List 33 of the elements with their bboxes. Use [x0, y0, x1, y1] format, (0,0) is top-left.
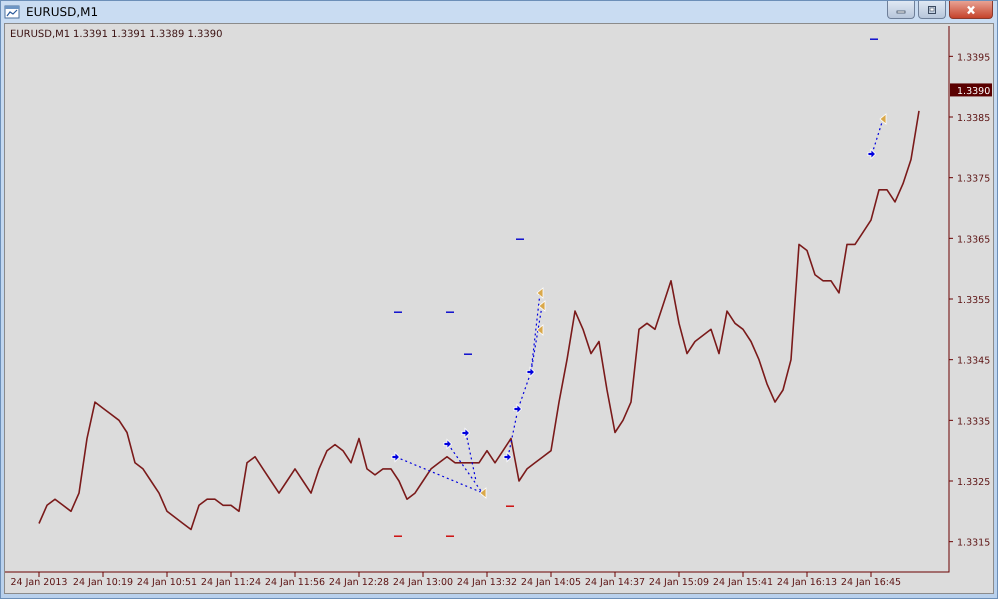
- time-axis-label: 24 Jan 11:24: [200, 577, 262, 588]
- price-axis-label: 1.3375: [957, 174, 990, 185]
- time-axis-label: 24 Jan 10:19: [72, 577, 134, 588]
- price-axis-label: 1.3365: [957, 234, 990, 246]
- minimize-button[interactable]: [887, 1, 915, 19]
- price-axis-label: 1.3335: [957, 416, 990, 428]
- time-axis-label: 24 Jan 16:45: [840, 577, 902, 588]
- time-axis-label: 24 Jan 16:13: [776, 577, 838, 588]
- time-axis-label: 24 Jan 12:28: [328, 577, 390, 588]
- window-title: EURUSD,M1: [26, 4, 100, 18]
- price-axis-label: 1.3345: [957, 356, 990, 367]
- price-axis-label: 1.3385: [957, 113, 990, 124]
- price-axis-label: 1.3325: [957, 477, 990, 488]
- close-button[interactable]: [949, 1, 993, 19]
- time-axis-label: 24 Jan 13:00: [392, 577, 454, 588]
- time-axis-label: 24 Jan 13:32: [456, 577, 518, 588]
- current-price-tag: 1.3390: [950, 83, 992, 97]
- time-axis-label: 24 Jan 11:56: [264, 577, 326, 588]
- chart-title: 1.3391 1.3391 1.3389 1.3390: [73, 29, 222, 40]
- maximize-button[interactable]: [918, 1, 946, 19]
- time-axis-label: 24 Jan 15:41: [712, 577, 774, 588]
- symbol-label: EURUSD,M1: [10, 29, 70, 40]
- chart-window-icon: [4, 4, 20, 20]
- maximize-icon: [926, 4, 938, 14]
- price-axis-label: 1.3315: [957, 538, 990, 549]
- time-axis-label: 24 Jan 14:05: [520, 577, 582, 588]
- price-axis-label: 1.3395: [957, 52, 990, 64]
- time-axis-label: 24 Jan 10:51: [136, 577, 198, 588]
- time-axis-label: 24 Jan 15:09: [648, 577, 710, 588]
- close-icon: [965, 4, 977, 14]
- time-axis-label: 24 Jan 2013: [10, 577, 68, 588]
- time-axis-label: 24 Jan 14:37: [584, 577, 646, 588]
- price-axis-label: 1.3355: [957, 295, 990, 306]
